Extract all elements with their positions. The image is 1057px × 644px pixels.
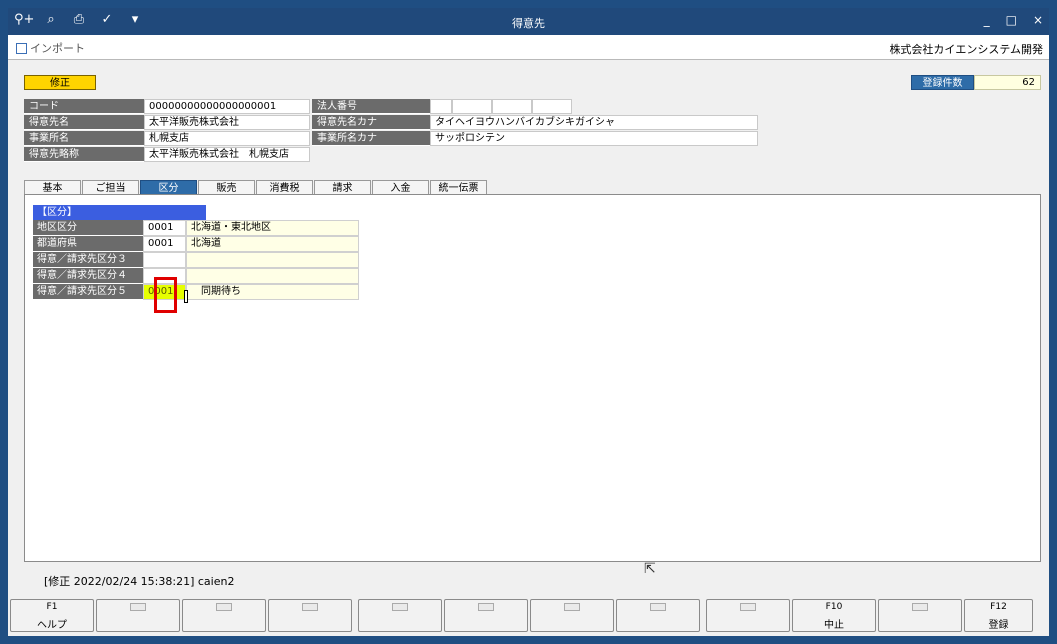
name-label: 得意先名 [24, 115, 144, 130]
prefecture-code-input[interactable]: 0001 [143, 236, 186, 252]
tab-tax[interactable]: 消費税 [256, 180, 313, 195]
office-kana-field[interactable]: サッポロシテン [430, 131, 758, 146]
category5-name: 同期待ち [186, 284, 359, 300]
tab-payment[interactable]: 入金 [372, 180, 429, 195]
fkey-blank [130, 603, 146, 611]
short-name-label: 得意先略称 [24, 147, 144, 162]
f9-button[interactable] [706, 599, 790, 632]
fkey-label: 中止 [824, 620, 844, 631]
window-title: 得意先 [512, 17, 545, 30]
row-label-category4: 得意／請求先区分４ [33, 268, 143, 284]
corp-no-label: 法人番号 [312, 99, 430, 114]
code-label: コード [24, 99, 144, 114]
category3-code-input[interactable] [143, 252, 186, 268]
record-count-label: 登録件数 [911, 75, 974, 90]
mouse-pointer-icon: ⇱ [644, 561, 656, 577]
name-kana-field[interactable]: タイヘイヨウハンバイカブシキガイシャ [430, 115, 758, 130]
f11-button[interactable] [878, 599, 962, 632]
corp-no-field-4[interactable] [532, 99, 572, 114]
fkey-blank [478, 603, 494, 611]
row-label-category3: 得意／請求先区分３ [33, 252, 143, 268]
title-bar: ⚲+ ⌕ ⎙ ✓ ▾ 得意先 _ □ × [8, 8, 1049, 35]
fkey-blank [912, 603, 928, 611]
minimize-button[interactable]: _ [984, 13, 990, 27]
tab-sales[interactable]: 販売 [198, 180, 255, 195]
f3-button[interactable] [182, 599, 266, 632]
tab-category[interactable]: 区分 [140, 180, 197, 195]
maximize-button[interactable]: □ [1006, 13, 1017, 27]
tab-contact[interactable]: ご担当 [82, 180, 139, 195]
fkey-blank [650, 603, 666, 611]
row-label-area: 地区区分 [33, 220, 143, 236]
fkey-label: ヘルプ [37, 620, 67, 631]
area-name: 北海道・東北地区 [186, 220, 359, 236]
row-label-category5: 得意／請求先区分５ [33, 284, 143, 300]
f4-button[interactable] [268, 599, 352, 632]
f12-register-button[interactable]: F12 登録 [964, 599, 1033, 632]
tab-billing[interactable]: 請求 [314, 180, 371, 195]
name-kana-label: 得意先名カナ [312, 115, 430, 130]
prefecture-name: 北海道 [186, 236, 359, 252]
office-label: 事業所名 [24, 131, 144, 146]
tab-unified-slip[interactable]: 統一伝票 [430, 180, 487, 195]
fkey-number: F12 [990, 602, 1007, 612]
fkey-label: 登録 [988, 620, 1009, 631]
office-kana-label: 事業所名カナ [312, 131, 430, 146]
f6-button[interactable] [444, 599, 528, 632]
name-field[interactable]: 太平洋販売株式会社 [144, 115, 310, 130]
f10-cancel-button[interactable]: F10 中止 [792, 599, 876, 632]
import-icon [16, 42, 27, 54]
record-count-value: 62 [974, 75, 1041, 90]
function-key-bar: F1 ヘルプ F10 中止 F12 登録 [10, 599, 1049, 634]
import-label: インポート [30, 42, 85, 55]
category-panel: 【区分】 地区区分 0001 北海道・東北地区 都道府県 0001 北海道 得意… [24, 194, 1041, 562]
section-title: 【区分】 [33, 205, 206, 220]
f1-help-button[interactable]: F1 ヘルプ [10, 599, 94, 632]
corp-no-field-2[interactable] [452, 99, 492, 114]
highlight-box [154, 277, 177, 313]
sub-toolbar: インポート 株式会社カイエンシステム開発 [8, 35, 1049, 60]
office-field[interactable]: 札幌支店 [144, 131, 310, 146]
category3-name [186, 252, 359, 268]
fkey-blank [564, 603, 580, 611]
company-name: 株式会社カイエンシステム開発 [889, 43, 1043, 56]
tab-basic[interactable]: 基本 [24, 180, 81, 195]
fkey-blank [392, 603, 408, 611]
close-button[interactable]: × [1033, 13, 1043, 27]
import-button[interactable]: インポート [16, 40, 85, 56]
tab-bar: 基本 ご担当 区分 販売 消費税 請求 入金 統一伝票 [24, 180, 488, 195]
area-code-input[interactable]: 0001 [143, 220, 186, 236]
fkey-number: F10 [825, 602, 843, 612]
f7-button[interactable] [530, 599, 614, 632]
fkey-number: F1 [46, 602, 58, 612]
row-label-prefecture: 都道府県 [33, 236, 143, 252]
short-name-field[interactable]: 太平洋販売株式会社 札幌支店 [144, 147, 310, 162]
category4-name [186, 268, 359, 284]
f5-button[interactable] [358, 599, 442, 632]
fkey-blank [216, 603, 232, 611]
fkey-blank [740, 603, 756, 611]
status-line: [修正 2022/02/24 15:38:21] caien2 [44, 575, 235, 588]
f2-button[interactable] [96, 599, 180, 632]
text-caret [184, 290, 188, 303]
main-window: ⚲+ ⌕ ⎙ ✓ ▾ 得意先 _ □ × インポート 株式会社カイエンシステム開… [6, 6, 1051, 638]
corp-no-field-3[interactable] [492, 99, 532, 114]
mode-badge: 修正 [24, 75, 96, 90]
f8-button[interactable] [616, 599, 700, 632]
code-field[interactable]: 00000000000000000001 [144, 99, 310, 114]
fkey-blank [302, 603, 318, 611]
corp-no-field-1[interactable] [430, 99, 452, 114]
